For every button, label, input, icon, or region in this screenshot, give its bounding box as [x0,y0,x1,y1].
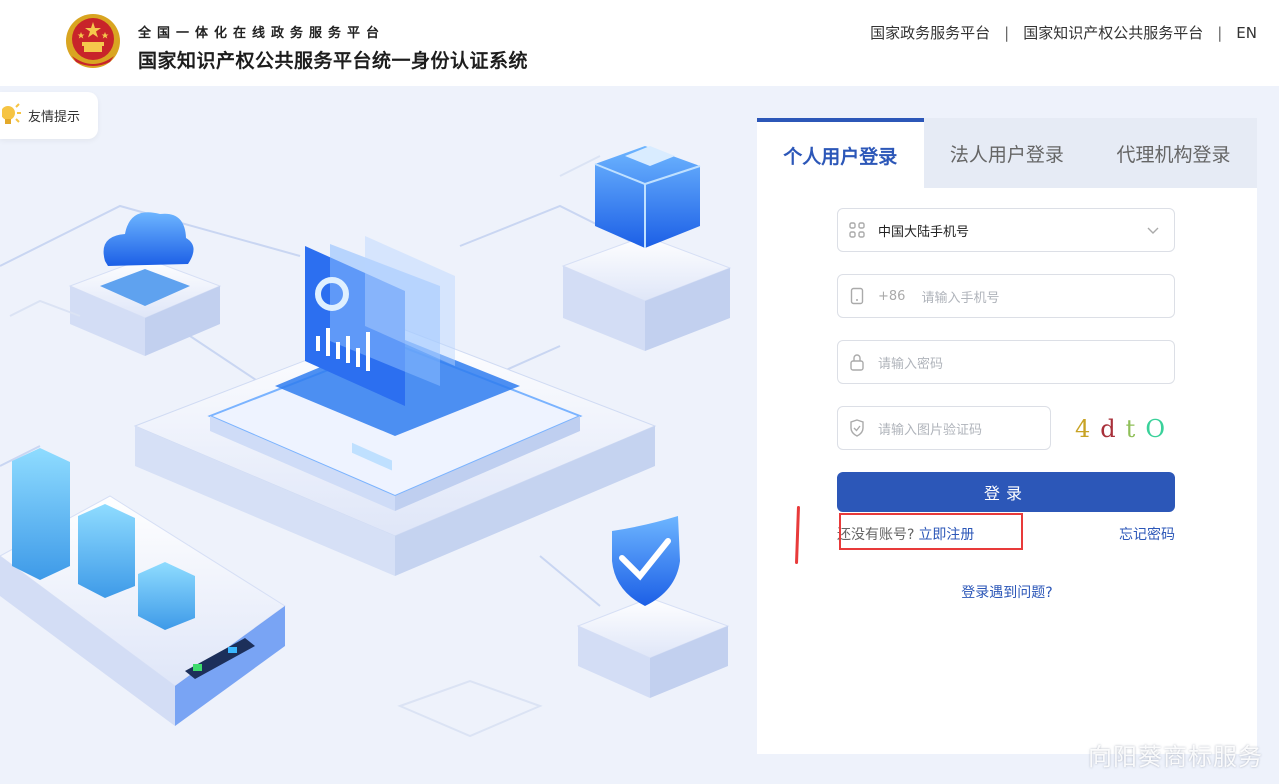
platform-illustration [0,146,732,738]
password-placeholder: 请输入密码 [878,356,944,372]
shield-check-icon [848,419,866,437]
login-panel: 个人用户登录 法人用户登录 代理机构登录 中国大陆手机号 +86 请输入手机号 … [757,118,1257,754]
system-title: 国家知识产权公共服务平台统一身份认证系统 [138,50,529,72]
login-button[interactable]: 登录 [837,472,1175,512]
tab-legal-entity-login[interactable]: 法人用户登录 [924,118,1091,188]
password-input[interactable]: 请输入密码 [837,340,1175,384]
phone-country-code: +86 [878,288,906,304]
captcha-char: 4 [1075,415,1101,443]
region-select-value: 中国大陆手机号 [878,224,970,240]
link-separator: | [1217,23,1223,42]
top-links: 国家政务服务平台 | 国家知识产权公共服务平台 | EN [870,22,1257,43]
phone-icon [848,287,866,305]
captcha-image[interactable]: 4 d t O [1075,408,1183,450]
annotation-highlight-box [839,513,1023,550]
tab-agency-login[interactable]: 代理机构登录 [1090,118,1257,188]
region-select[interactable]: 中国大陆手机号 [837,208,1175,252]
phone-placeholder: 请输入手机号 [921,290,1000,306]
login-tabs: 个人用户登录 法人用户登录 代理机构登录 [757,118,1257,188]
link-separator: | [1004,23,1010,42]
captcha-input[interactable]: 请输入图片验证码 [837,406,1051,450]
national-emblem-icon [66,14,120,68]
site-header: 全国一体化在线政务服务平台 国家知识产权公共服务平台统一身份认证系统 国家政务服… [0,0,1279,86]
chevron-down-icon [1147,227,1159,234]
captcha-char: t [1125,415,1146,443]
lock-icon [848,353,866,371]
captcha-placeholder: 请输入图片验证码 [878,422,983,438]
watermark: 向阳葵商标服务 [1088,743,1263,771]
forgot-password-link[interactable]: 忘记密码 [1119,524,1175,544]
link-ip-public-service-platform[interactable]: 国家知识产权公共服务平台 [1023,22,1203,43]
phone-input[interactable]: +86 请输入手机号 [837,274,1175,318]
link-national-gov-platform[interactable]: 国家政务服务平台 [870,22,990,43]
language-en-link[interactable]: EN [1236,24,1257,42]
captcha-char: O [1145,415,1175,443]
grid-icon [848,221,866,239]
captcha-char: d [1100,415,1126,443]
tab-personal-login[interactable]: 个人用户登录 [757,118,924,188]
login-help-link[interactable]: 登录遇到问题? [757,582,1257,602]
platform-subtitle: 全国一体化在线政务服务平台 [138,26,386,41]
